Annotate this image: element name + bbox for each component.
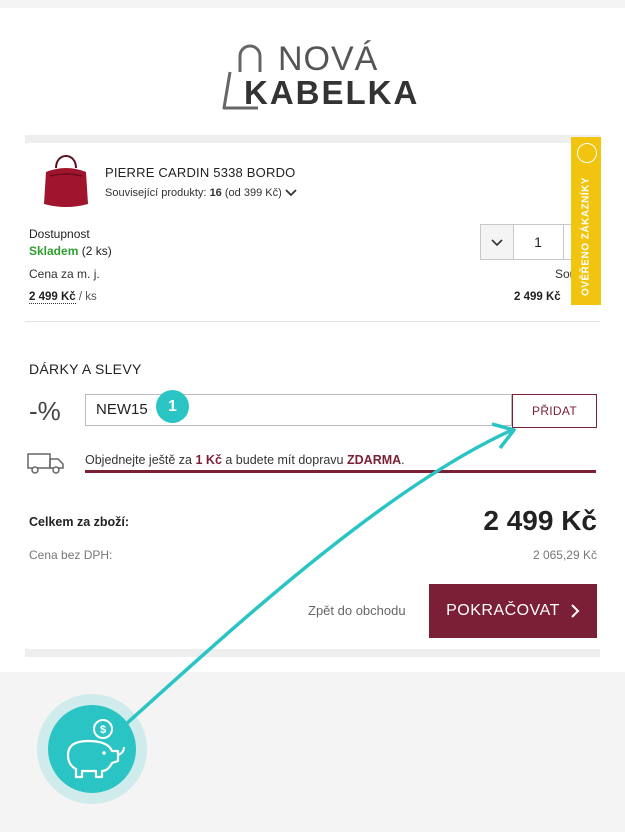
badge-label: OVĚŘENO ZÁKAZNÍKY [580,176,592,296]
free-shipping-message: Objednejte ještě za 1 Kč a budete mít do… [85,453,405,467]
quantity-decrease-button[interactable] [481,225,514,259]
truck-icon [27,453,64,474]
continue-button[interactable]: POKRAČOVAT [429,584,597,638]
stock-count: (2 ks) [81,244,112,258]
ship-text-before: Objednejte ještě za [85,453,196,467]
net-price-label: Cena bez DPH: [29,548,113,562]
unit-price: 2 499 Kč / ks [29,291,97,304]
add-code-button[interactable]: PŘIDAT [512,394,597,428]
step-marker: 1 [156,390,189,423]
percent-icon: -% [29,396,61,426]
quantity-stepper[interactable]: 1 [480,224,582,260]
unit-price-label: Cena za m. j. [29,267,100,281]
related-from: (od 399 Kč) [224,187,282,199]
ship-amount: 1 Kč [195,453,222,467]
ship-free: ZDARMA [347,453,402,467]
ship-text-middle: a budete mít dopravu [221,453,347,467]
related-label: Související produkty: [105,187,207,199]
stock-status: Skladem (2 ks) [29,244,112,258]
verified-by-customers-badge[interactable]: OVĚŘENO ZÁKAZNÍKY [571,137,601,305]
quantity-input[interactable]: 1 [514,225,562,259]
piggy-bank-circle: $ [48,705,136,793]
stock-status-text: Skladem [29,244,79,258]
top-strip [0,0,625,8]
unit-price-value: 2 499 Kč [29,291,76,304]
discount-code-input[interactable]: NEW15 [85,394,512,426]
chevron-right-icon [571,604,580,618]
chevron-down-icon [491,239,503,247]
gifts-title: DÁRKY A SLEVY [29,361,142,377]
total-label: Celkem za zboží: [29,515,130,529]
free-shipping-progress [85,470,596,473]
section-divider-bottom [25,649,600,657]
seal-icon [577,143,597,163]
ship-text-end: . [401,453,405,467]
net-price-value: 2 065,29 Kč [532,548,597,562]
svg-text:$: $ [100,724,106,736]
product-name[interactable]: PIERRE CARDIN 5338 BORDO [105,165,295,180]
piggy-bank-badge: $ [37,694,147,804]
piggy-bank-icon: $ [66,719,125,779]
chevron-down-icon[interactable] [285,188,297,198]
brand-name-bottom: KABELKA [244,74,420,111]
total-value: 2 499 Kč [483,505,597,536]
product-image[interactable] [40,146,92,210]
back-to-shop-link[interactable]: Zpět do obchodu [308,603,406,618]
line-sum-price: 2 499 Kč [514,291,561,303]
section-divider [25,135,600,143]
availability-label: Dostupnost [29,227,90,241]
continue-label: POKRAČOVAT [446,602,560,619]
related-count: 16 [209,187,222,199]
brand-logo[interactable]: NOVÁ KABELKA [218,40,418,120]
separator [25,321,600,322]
related-products[interactable]: Související produkty: 16 (od 399 Kč) [105,187,282,199]
unit-suffix: / ks [78,291,97,303]
